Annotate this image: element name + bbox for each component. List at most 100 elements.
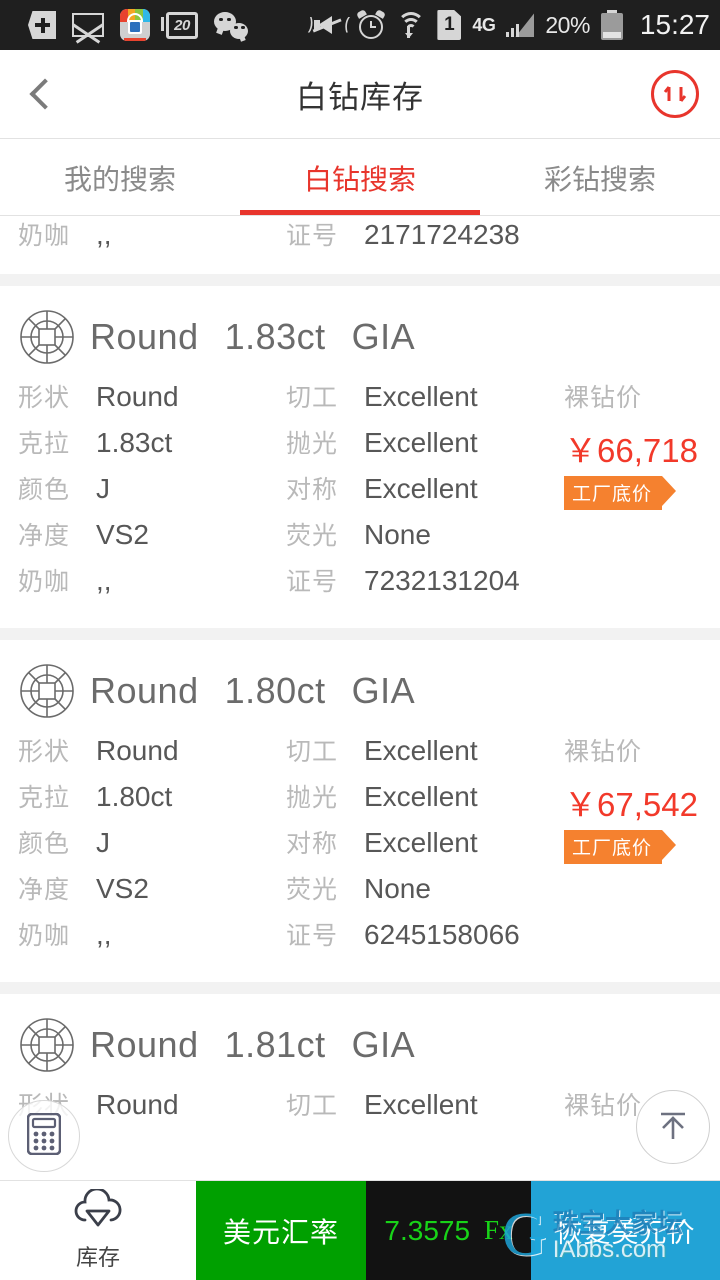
mail-icon [72, 13, 104, 37]
status-badge: 工厂底价 [564, 476, 677, 510]
clarity-row: 净度 VS2 [18, 870, 286, 916]
title-shape: Round [90, 1024, 199, 1065]
forum-watermark: G 珠宝大家坛 IAbbs.com [502, 1196, 712, 1276]
round-diamond-icon [18, 308, 76, 366]
card-column-right: 裸钻价 ￥66,718 工厂底价 [556, 378, 720, 608]
app-screen: 20 )( 1 4G 20% 15:27 白钻库存 我的搜索 白钻搜索 彩钻搜索… [0, 0, 720, 1280]
cloud-diamond-icon [72, 1187, 124, 1234]
list-item[interactable]: Round 1.81ct GIA 形状 Round 切工 Excellent [0, 994, 720, 1152]
symmetry-label: 对称 [286, 830, 339, 858]
symmetry-value: Excellent [364, 473, 478, 504]
sort-updown-icon [651, 70, 699, 118]
cut-label: 切工 [286, 384, 339, 412]
color-row: 颜色 J [18, 470, 286, 516]
scroll-to-top-button[interactable] [636, 1090, 710, 1164]
cut-label: 切工 [286, 1092, 339, 1120]
fluorescence-value: None [364, 873, 431, 904]
calendar-badge: 20 [174, 16, 190, 34]
cut-value: Excellent [364, 381, 478, 412]
calculator-button[interactable] [8, 1100, 80, 1172]
carat-value: 1.80ct [96, 781, 173, 812]
list-item[interactable]: 奶咖 ,, 证号 2171724238 [0, 216, 720, 274]
title-carat: 1.83ct [224, 316, 326, 357]
shape-label: 形状 [18, 384, 71, 412]
title-shape: Round [90, 316, 199, 357]
shape-label: 形状 [18, 738, 71, 766]
search-tabs: 我的搜索 白钻搜索 彩钻搜索 [0, 140, 720, 216]
card-header: Round 1.81ct GIA [0, 994, 720, 1080]
tab-white-diamond-search[interactable]: 白钻搜索 [240, 140, 480, 215]
title-lab: GIA [351, 1024, 416, 1065]
cert-value: 6245158066 [364, 919, 520, 950]
carat-row: 克拉 1.83ct [18, 424, 286, 470]
polish-label: 抛光 [286, 430, 339, 458]
card-column-middle: 切工 Excellent [286, 1086, 556, 1132]
cut-row: 切工 Excellent [286, 378, 556, 424]
card-column-middle: 切工 Excellent 抛光 Excellent 对称 Excellent 荧… [286, 378, 556, 608]
card-title: Round 1.81ct GIA [90, 1024, 415, 1066]
card-column-middle: 证号 2171724238 [286, 216, 556, 262]
fluorescence-row: 荧光 None [286, 870, 556, 916]
clarity-value: VS2 [96, 519, 149, 550]
milky-value: ,, [96, 565, 112, 596]
title-lab: GIA [351, 670, 416, 711]
title-shape: Round [90, 670, 199, 711]
card-body: 形状 Round 克拉 1.80ct 颜色 J 净度 VS2 奶咖 ,, 切工 … [0, 726, 720, 982]
wechat-icon [214, 11, 248, 39]
cert-label: 证号 [286, 222, 339, 250]
back-button[interactable] [0, 50, 90, 139]
symmetry-row: 对称 Excellent [286, 470, 556, 516]
polish-row: 抛光 Excellent [286, 778, 556, 824]
shape-value: Round [96, 735, 179, 766]
carat-label: 克拉 [18, 784, 71, 812]
status-bar-left-icons: 20 [22, 9, 248, 41]
card-header: Round 1.83ct GIA [0, 286, 720, 372]
cert-label: 证号 [286, 922, 339, 950]
status-bar: 20 )( 1 4G 20% 15:27 [0, 0, 720, 50]
calculator-icon [26, 1112, 62, 1160]
milky-row: 奶咖 ,, [18, 562, 286, 608]
app-icon [120, 9, 150, 41]
card-column-right [556, 216, 720, 262]
battery-percent-label: 20% [545, 11, 590, 38]
page-title: 白钻库存 [296, 79, 424, 115]
tab-fancy-diamond-search[interactable]: 彩钻搜索 [480, 140, 720, 215]
usd-rate-button[interactable]: 美元汇率 [196, 1181, 366, 1280]
polish-row: 抛光 Excellent [286, 424, 556, 470]
cut-label: 切工 [286, 738, 339, 766]
list-item[interactable]: Round 1.80ct GIA 形状 Round 克拉 1.80ct 颜色 J… [0, 640, 720, 982]
cert-row: 证号 2171724238 [286, 216, 556, 262]
cut-value: Excellent [364, 735, 478, 766]
diamond-list[interactable]: 奶咖 ,, 证号 2171724238 Round 1.83ct GIA 形状 … [0, 216, 720, 1280]
watermark-text: 珠宝大家坛 IAbbs.com [552, 1207, 683, 1264]
polish-value: Excellent [364, 781, 478, 812]
battery-icon [600, 10, 623, 40]
mute-icon: )( [309, 14, 349, 34]
polish-label: 抛光 [286, 784, 339, 812]
status-bar-right-icons: )( 1 4G 20% 15:27 [309, 9, 710, 41]
carat-label: 克拉 [18, 430, 71, 458]
color-value: J [96, 827, 110, 858]
milky-label: 奶咖 [18, 222, 71, 250]
bottom-nav-inventory[interactable]: 库存 [0, 1181, 196, 1280]
sim1-icon: 1 [437, 10, 462, 40]
tab-my-search[interactable]: 我的搜索 [0, 140, 240, 215]
card-column-left: 形状 Round 克拉 1.80ct 颜色 J 净度 VS2 奶咖 ,, [18, 732, 286, 962]
watermark-line-1: 珠宝大家坛 [552, 1207, 683, 1238]
card-separator [0, 982, 720, 994]
symmetry-row: 对称 Excellent [286, 824, 556, 870]
symmetry-value: Excellent [364, 827, 478, 858]
cut-value: Excellent [364, 1089, 478, 1120]
sort-button[interactable] [630, 50, 720, 139]
watermark-logo: G [502, 1201, 547, 1270]
shape-row: 形状 Round [18, 732, 286, 778]
add-icon [22, 11, 56, 39]
alarm-icon [356, 9, 387, 39]
list-item[interactable]: Round 1.83ct GIA 形状 Round 克拉 1.83ct 颜色 J… [0, 286, 720, 628]
title-carat: 1.80ct [224, 670, 326, 711]
milky-label: 奶咖 [18, 568, 71, 596]
status-badge: 工厂底价 [564, 830, 677, 864]
title-lab: GIA [351, 316, 416, 357]
card-column-left: 形状 Round 克拉 1.83ct 颜色 J 净度 VS2 奶咖 ,, [18, 378, 286, 608]
clarity-label: 净度 [18, 876, 71, 904]
